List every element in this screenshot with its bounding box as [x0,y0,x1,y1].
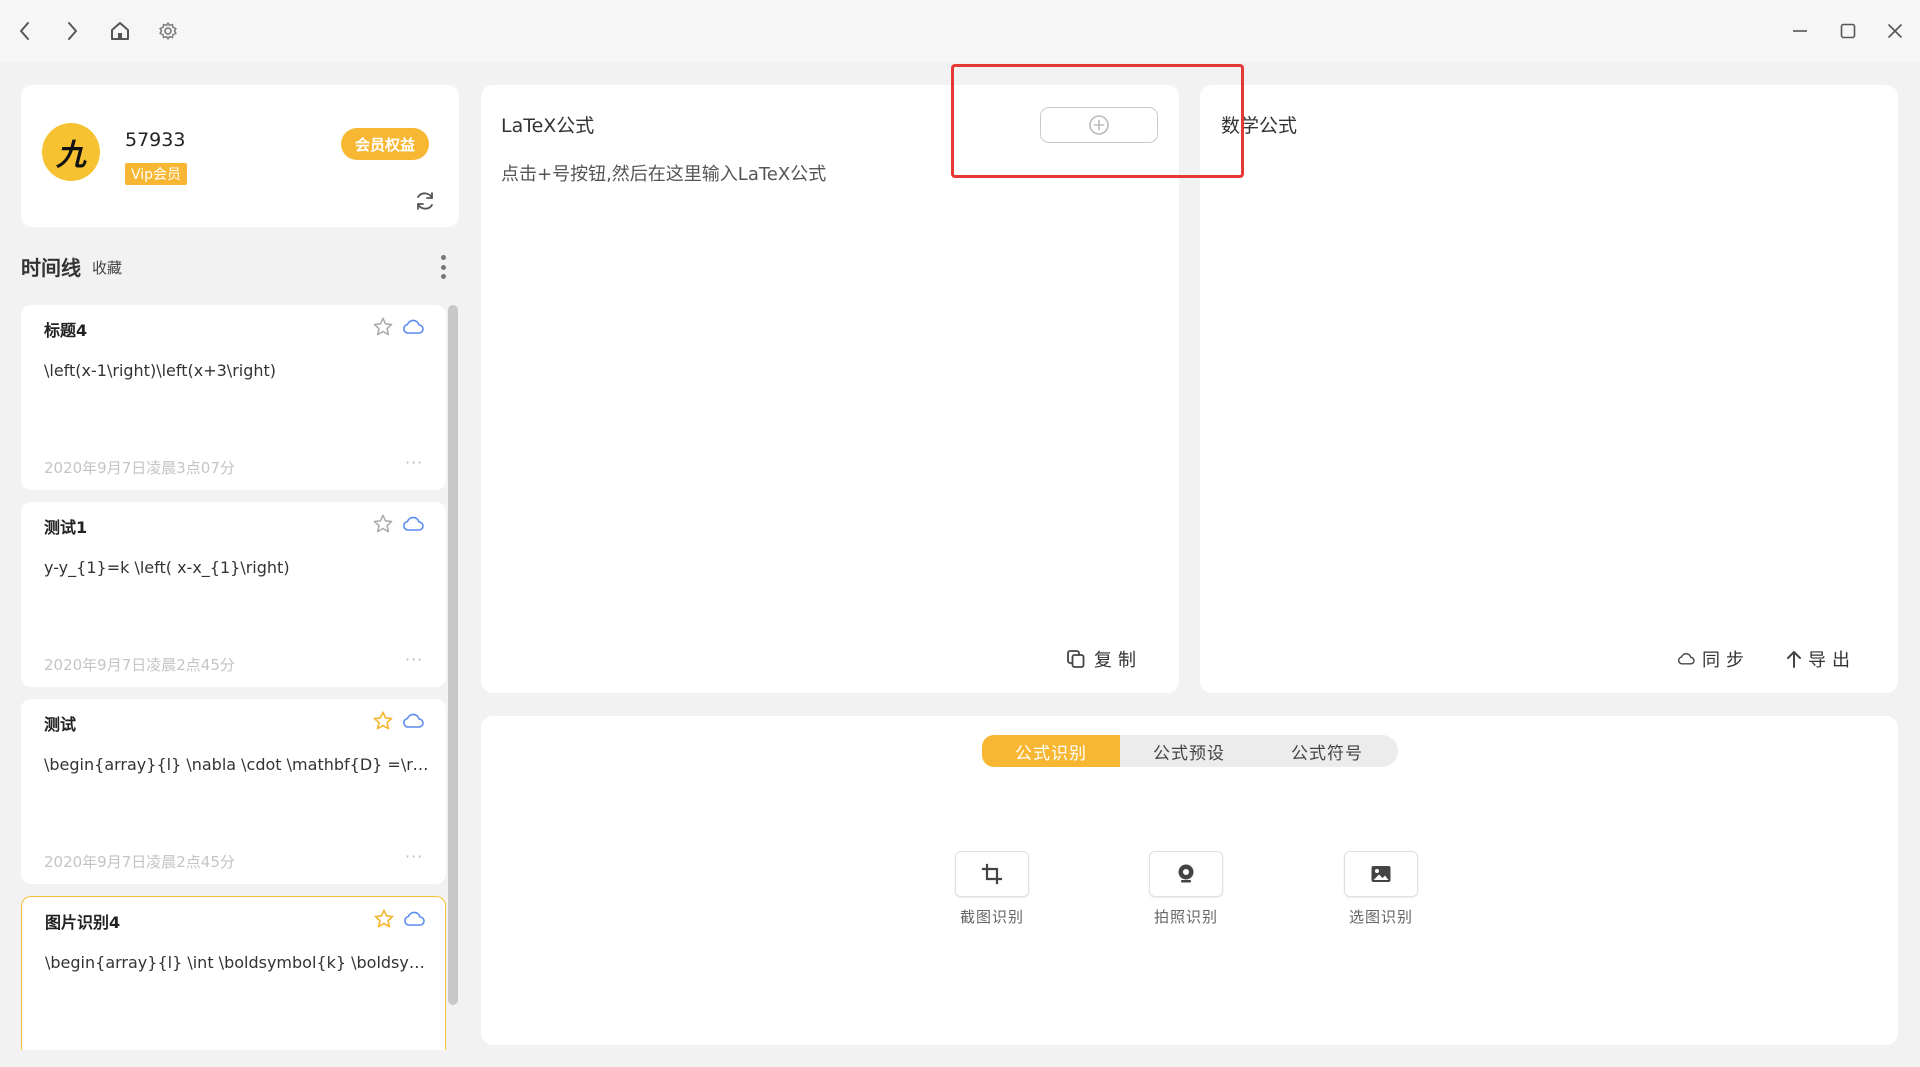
refresh-icon[interactable] [413,189,437,213]
sync-label: 同步 [1702,650,1750,671]
item-time: 2020年9月7日凌晨2点45分 [44,656,235,674]
list-item-selected[interactable]: 图片识别4 \begin{array}{l} \int \boldsymbol{… [21,896,446,1050]
tab-formula-presets[interactable]: 公式预设 [1120,735,1258,767]
star-filled-icon[interactable] [372,710,394,732]
copy-button[interactable]: 复制 [1066,646,1142,672]
profile-card: 九 57933 Vip会员 会员权益 [21,85,459,227]
copy-label: 复制 [1094,650,1142,671]
forward-icon[interactable] [59,18,85,44]
avatar[interactable]: 九 [42,123,100,181]
recognition-panel: 公式识别 公式预设 公式符号 截图识别 拍照识别 选图识别 [481,716,1898,1045]
export-button[interactable]: 导出 [1786,646,1856,672]
plus-circle-icon [1089,115,1109,135]
math-label: 数学公式 [1221,115,1298,137]
webcam-icon[interactable] [1149,851,1223,897]
screenshot-recognition-button[interactable]: 截图识别 [954,851,1030,927]
cloud-sync-icon [1678,653,1695,665]
item-formula: \begin{array}{l} \nabla \cdot \mathbf{D}… [44,755,429,774]
item-formula: \begin{array}{l} \int \boldsymbol{k} \bo… [45,953,430,972]
copy-icon [1067,650,1085,668]
username: 57933 [125,129,186,151]
tool-label: 截图识别 [959,908,1024,926]
timeline-list: 标题4 \left(x-1\right)\left(x+3\right) 202… [21,305,446,1050]
more-vertical-icon[interactable] [436,252,450,282]
camera-recognition-button[interactable]: 拍照识别 [1148,851,1224,927]
list-item[interactable]: 标题4 \left(x-1\right)\left(x+3\right) 202… [21,305,446,490]
member-benefits-button[interactable]: 会员权益 [341,128,429,160]
star-filled-icon[interactable] [373,908,395,930]
add-formula-button[interactable] [1040,107,1158,143]
tool-label: 选图识别 [1348,908,1413,926]
latex-label: LaTeX公式 [501,115,595,137]
image-icon[interactable] [1344,851,1418,897]
item-title: 图片识别4 [45,913,121,932]
export-label: 导出 [1808,650,1856,671]
cloud-icon[interactable] [401,317,425,337]
sync-button[interactable]: 同步 [1676,646,1750,672]
crop-icon[interactable] [955,851,1029,897]
back-icon[interactable] [12,18,38,44]
maximize-icon[interactable] [1835,18,1861,44]
favorites-tab[interactable]: 收藏 [92,257,122,278]
scrollbar-thumb[interactable] [448,305,458,1005]
more-icon[interactable]: ··· [405,453,423,472]
tab-formula-symbols[interactable]: 公式符号 [1258,735,1396,767]
image-recognition-button[interactable]: 选图识别 [1343,851,1419,927]
arrow-up-icon [1787,651,1801,668]
item-title: 测试 [44,715,77,734]
settings-icon[interactable] [155,18,181,44]
timeline-tab[interactable]: 时间线 [21,252,81,281]
latex-input-hint[interactable]: 点击+号按钮,然后在这里输入LaTeX公式 [501,160,826,186]
star-icon[interactable] [372,316,394,338]
more-icon[interactable]: ··· [405,650,423,669]
item-formula: \left(x-1\right)\left(x+3\right) [44,361,277,380]
home-icon[interactable] [107,18,133,44]
tool-label: 拍照识别 [1153,908,1218,926]
close-icon[interactable] [1882,18,1908,44]
cloud-icon[interactable] [402,909,426,929]
tab-bar: 公式识别 公式预设 公式符号 [982,735,1398,767]
cloud-icon[interactable] [401,711,425,731]
list-item[interactable]: 测试1 y-y_{1}=k \left( x-x_{1}\right) 2020… [21,502,446,687]
item-formula: y-y_{1}=k \left( x-x_{1}\right) [44,558,290,577]
minimize-icon[interactable] [1787,18,1813,44]
cloud-icon[interactable] [401,514,425,534]
more-icon[interactable]: ··· [405,847,423,866]
item-title: 标题4 [44,321,88,340]
math-panel: 数学公式 同步 导出 [1200,85,1898,693]
star-icon[interactable] [372,513,394,535]
latex-panel: LaTeX公式 点击+号按钮,然后在这里输入LaTeX公式 复制 [481,85,1179,693]
item-time: 2020年9月7日凌晨3点07分 [44,459,235,477]
item-title: 测试1 [44,518,88,537]
tab-formula-recognition[interactable]: 公式识别 [982,735,1120,767]
title-bar [0,0,1920,62]
vip-badge: Vip会员 [125,163,188,185]
scrollbar[interactable] [448,305,458,1005]
item-time: 2020年9月7日凌晨2点45分 [44,853,235,871]
list-item[interactable]: 测试 \begin{array}{l} \nabla \cdot \mathbf… [21,699,446,884]
